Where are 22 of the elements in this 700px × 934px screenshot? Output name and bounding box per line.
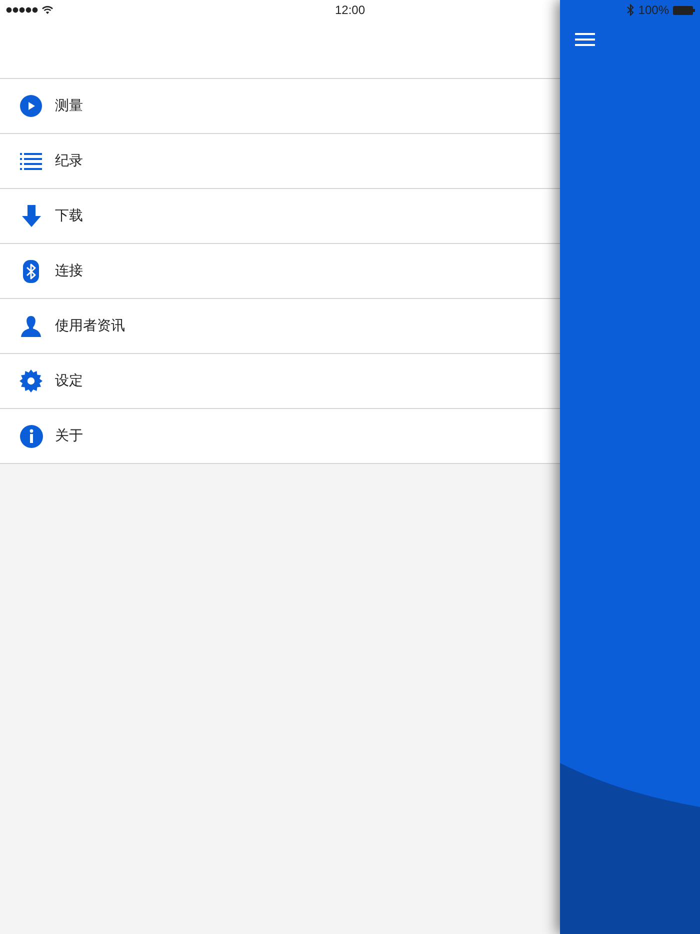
menu-item[interactable]: 关于	[0, 409, 560, 464]
play-icon	[20, 95, 42, 117]
bluetooth-icon	[627, 4, 634, 16]
wifi-icon	[42, 6, 53, 14]
menu-item[interactable]: 使用者资讯	[0, 299, 560, 354]
signal-strength-icon	[6, 7, 38, 13]
menu-item[interactable]: 设定	[0, 354, 560, 409]
user-icon	[21, 316, 41, 336]
status-time: 12:00	[334, 3, 366, 17]
battery-icon	[673, 6, 695, 14]
menu-item[interactable]: 连接	[0, 244, 560, 299]
list-icon	[20, 152, 42, 170]
menu-item[interactable]: 下载	[0, 189, 560, 244]
battery-percentage: 100%	[638, 3, 669, 17]
menu-button[interactable]	[573, 30, 597, 48]
info-icon	[20, 424, 42, 448]
menu-icon	[575, 32, 595, 46]
settings-icon	[19, 369, 43, 393]
menu-item[interactable]: 测量	[0, 79, 560, 134]
bluetooth-icon	[23, 260, 39, 282]
menu-item[interactable]: 纪录	[0, 134, 560, 189]
down-arrow-icon	[22, 205, 40, 227]
